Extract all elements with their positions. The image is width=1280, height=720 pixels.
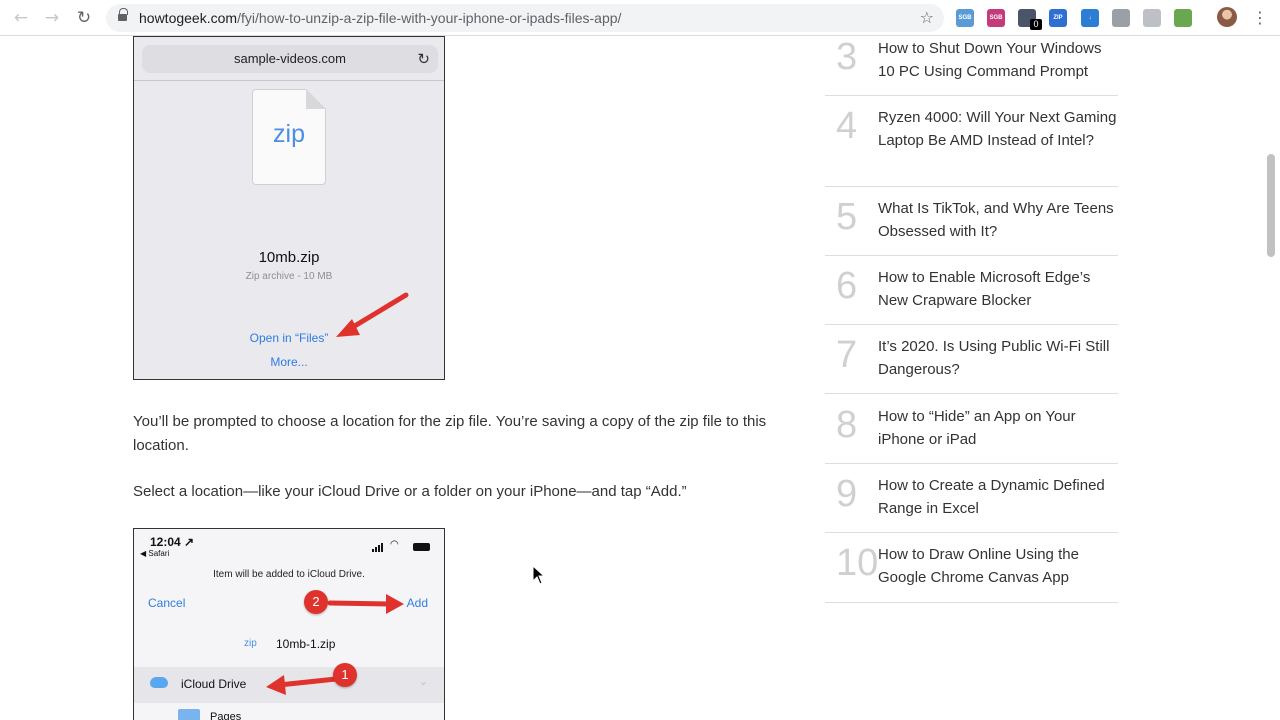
sidebar-article-link[interactable]: How to “Hide” an App on Your iPhone or i… — [878, 405, 1118, 452]
sidebar-article-item[interactable]: 8 How to “Hide” an App on Your iPhone or … — [825, 394, 1118, 464]
sidebar-article-link[interactable]: How to Draw Online Using the Google Chro… — [878, 543, 1118, 590]
sidebar-article-rank: 6 — [836, 265, 858, 307]
sidebar-article-link[interactable]: How to Shut Down Your Windows 10 PC Usin… — [878, 37, 1118, 84]
extension-icon[interactable]: SGB — [956, 9, 974, 27]
menu-icon[interactable]: ⋮ — [1252, 8, 1268, 28]
sidebar-article-link[interactable]: Ryzen 4000: Will Your Next Gaming Laptop… — [878, 106, 1118, 153]
forward-icon[interactable]: → — [42, 8, 62, 28]
sidebar-article-link[interactable]: What Is TikTok, and Why Are Teens Obsess… — [878, 197, 1118, 244]
page-scrollbar[interactable] — [1267, 154, 1275, 257]
sidebar-article-item[interactable]: 10 How to Draw Online Using the Google Ch… — [825, 533, 1118, 603]
sidebar-article-rank: 10 — [836, 542, 879, 584]
sidebar-article-item[interactable]: 3 How to Shut Down Your Windows 10 PC Usi… — [825, 36, 1118, 96]
article-paragraph: You’ll be prompted to choose a location … — [133, 413, 767, 454]
extension-icon[interactable]: ↓ — [1081, 9, 1099, 27]
sidebar-article-rank: 8 — [836, 404, 858, 446]
lock-icon — [118, 8, 128, 24]
sidebar-article-rank: 4 — [836, 105, 858, 147]
step-badge-1: 1 — [333, 663, 357, 687]
extension-icon[interactable]: ZIP — [1049, 9, 1067, 27]
sidebar-article-item[interactable]: 9 How to Create a Dynamic Defined Range i… — [825, 464, 1118, 533]
article-screenshot-download: sample-videos.com ↻ zip 10mb.zip Zip arc… — [133, 36, 445, 380]
extension-badge: 0 — [1030, 19, 1042, 30]
sidebar-article-rank: 3 — [836, 36, 858, 78]
sidebar-article-item[interactable]: 5 What Is TikTok, and Why Are Teens Obses… — [825, 187, 1118, 256]
sidebar-article-rank: 9 — [836, 473, 858, 515]
url-text[interactable]: howtogeek.com/fyi/how-to-unzip-a-zip-fil… — [139, 10, 621, 26]
back-icon[interactable]: ← — [11, 8, 31, 28]
profile-avatar[interactable] — [1217, 7, 1237, 27]
url-host: howtogeek.com — [139, 10, 238, 26]
sidebar-article-link[interactable]: How to Create a Dynamic Defined Range in… — [878, 474, 1118, 521]
mouse-cursor-icon — [532, 565, 546, 585]
extension-icon[interactable]: SGB — [987, 9, 1005, 27]
red-arrow-annotation — [336, 292, 409, 337]
sidebar-article-rank: 5 — [836, 196, 858, 238]
sidebar-article-item[interactable]: 4 Ryzen 4000: Will Your Next Gaming Lapto… — [825, 96, 1118, 187]
extension-icon[interactable] — [1112, 9, 1130, 27]
reload-icon[interactable]: ↻ — [74, 8, 94, 28]
sidebar-article-rank: 7 — [836, 334, 858, 376]
step-badge-2: 2 — [304, 590, 328, 614]
extension-icon[interactable] — [1143, 9, 1161, 27]
extension-icon[interactable] — [1174, 9, 1192, 27]
sidebar-article-link[interactable]: How to Enable Microsoft Edge’s New Crapw… — [878, 266, 1118, 313]
sidebar-article-link[interactable]: It’s 2020. Is Using Public Wi-Fi Still D… — [878, 335, 1118, 382]
address-bar[interactable]: howtogeek.com/fyi/how-to-unzip-a-zip-fil… — [106, 4, 944, 32]
bookmark-star-icon[interactable]: ☆ — [920, 8, 934, 27]
article-screenshot-save-location: 12:04 ↗ ◀ Safari ◠ Item will be added to… — [133, 528, 445, 720]
red-arrow-annotation — [266, 594, 404, 695]
url-path: /fyi/how-to-unzip-a-zip-file-with-your-i… — [237, 10, 622, 26]
article-paragraph: Select a location—like your iCloud Drive… — [133, 483, 687, 500]
sidebar-article-item[interactable]: 6 How to Enable Microsoft Edge’s New Crap… — [825, 256, 1118, 325]
browser-toolbar: ← → ↻ howtogeek.com/fyi/how-to-unzip-a-z… — [0, 0, 1280, 36]
sidebar-article-item[interactable]: 7 It’s 2020. Is Using Public Wi-Fi Still … — [825, 325, 1118, 394]
